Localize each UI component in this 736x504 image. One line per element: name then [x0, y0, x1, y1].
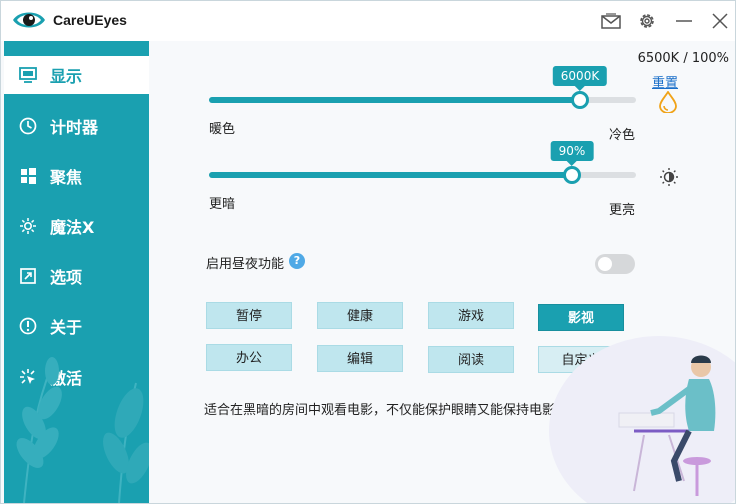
help-icon[interactable]: ?	[289, 253, 305, 269]
clock-icon	[8, 117, 48, 135]
color-temp-value-bubble: 6000K	[552, 66, 608, 91]
windows-icon	[8, 168, 48, 184]
brightness-slider[interactable]	[209, 166, 636, 184]
sidebar: 显示 计时器 聚焦 魔法X 选项 关于 激活	[4, 41, 149, 503]
sparkle-icon	[8, 217, 48, 235]
title-bar[interactable]: CareUEyes	[1, 1, 735, 41]
app-title: CareUEyes	[53, 12, 127, 28]
color-temp-max-label: 冷色	[609, 128, 636, 143]
current-settings-summary: 6500K / 100%	[637, 51, 729, 66]
sidebar-item-magic[interactable]: 魔法X	[4, 207, 149, 245]
day-night-label: 启用昼夜功能	[206, 257, 285, 272]
person-at-desk-illustration	[549, 336, 735, 503]
mode-button-reading[interactable]: 阅读	[428, 346, 514, 373]
day-night-toggle[interactable]	[595, 254, 635, 274]
feedback-button[interactable]	[599, 9, 623, 33]
monitor-icon	[8, 67, 48, 83]
reset-link[interactable]: 重置	[652, 72, 678, 91]
settings-button[interactable]	[635, 9, 659, 33]
sidebar-item-label: 魔法X	[50, 218, 95, 237]
color-temp-thumb[interactable]	[571, 91, 589, 109]
minimize-button[interactable]	[672, 9, 696, 33]
options-icon	[8, 268, 48, 284]
close-icon	[712, 13, 728, 29]
sidebar-item-label: 显示	[50, 67, 83, 86]
close-button[interactable]	[708, 9, 732, 33]
brightness-thumb[interactable]	[563, 166, 581, 184]
mode-button-office[interactable]: 办公	[206, 344, 292, 371]
color-temp-min-label: 暖色	[209, 122, 236, 137]
mode-button-health[interactable]: 健康	[317, 302, 403, 329]
sidebar-item-timer[interactable]: 计时器	[4, 107, 149, 145]
mail-icon	[601, 13, 621, 29]
gear-icon	[640, 14, 654, 28]
leaf-decoration	[16, 357, 149, 503]
sidebar-item-label: 计时器	[50, 118, 99, 137]
brightness-sun-icon	[660, 168, 678, 186]
mode-button-game[interactable]: 游戏	[428, 302, 514, 329]
app-window: CareUEyes 显示 计时器 聚焦 魔法X 选项 关于 激活 6500K /…	[0, 0, 736, 504]
color-temp-fill	[209, 97, 580, 103]
drop-icon[interactable]	[658, 91, 678, 113]
color-temp-slider[interactable]	[209, 91, 636, 109]
mode-button-editing[interactable]: 编辑	[317, 345, 403, 372]
eye-logo-icon	[13, 12, 45, 28]
brightness-min-label: 更暗	[209, 197, 236, 212]
brightness-max-label: 更亮	[609, 203, 636, 218]
sidebar-item-label: 选项	[50, 268, 83, 287]
mode-button-pause[interactable]: 暂停	[206, 302, 292, 329]
minimize-icon	[676, 20, 692, 22]
sidebar-item-focus[interactable]: 聚焦	[4, 157, 149, 195]
main-panel: 6500K / 100% 重置 6000K 暖色 冷色 90% 更暗 更亮 启用…	[149, 41, 735, 503]
toggle-knob	[598, 257, 612, 271]
sidebar-item-display[interactable]: 显示	[4, 56, 149, 94]
sidebar-item-options[interactable]: 选项	[4, 257, 149, 295]
brightness-value-bubble: 90%	[550, 141, 594, 166]
brightness-fill	[209, 172, 572, 178]
sidebar-item-label: 聚焦	[50, 168, 83, 187]
